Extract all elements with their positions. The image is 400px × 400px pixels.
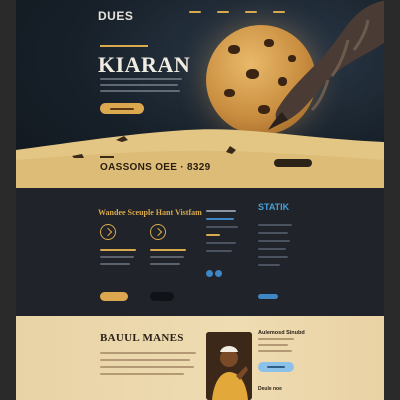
hero-cta-button[interactable] <box>100 103 144 114</box>
arrow-circle-icon <box>100 224 116 240</box>
arrow-circle-icon <box>150 224 166 240</box>
services-secondary-button[interactable] <box>150 292 174 301</box>
stats-column <box>258 218 296 266</box>
creature-claw-illustration <box>268 0 384 130</box>
about-section: BAUUL MANES Aulemosd Sinubd Deule noe <box>16 316 384 400</box>
logo[interactable]: DUES <box>98 9 133 23</box>
about-cta-button[interactable] <box>258 362 294 372</box>
person-portrait <box>206 332 252 400</box>
page: DUES KIARAN OASSONS OEE · 8329 Wandee Sc… <box>16 0 384 400</box>
links-column <box>206 204 250 252</box>
services-primary-button[interactable] <box>100 292 128 301</box>
sand-dune <box>16 129 384 188</box>
about-side-title: Aulemosd Sinubd <box>258 330 305 336</box>
hero-section: DUES KIARAN OASSONS OEE · 8329 <box>16 0 384 188</box>
about-title: BAUUL MANES <box>100 332 184 344</box>
service-card[interactable] <box>100 224 144 265</box>
nav-link[interactable] <box>189 11 201 13</box>
hero-title: KIARAN <box>98 52 191 77</box>
social-icon[interactable] <box>215 270 222 277</box>
statik-button[interactable] <box>258 294 278 299</box>
about-side-text <box>258 338 298 356</box>
social-icon[interactable] <box>206 270 213 277</box>
statik-heading: STATIK <box>258 202 290 212</box>
about-footer-text: Deule noe <box>258 386 282 392</box>
hero-description <box>100 78 182 96</box>
services-title: Wandee Sceuple Hant Vistfam <box>98 208 202 217</box>
hero-stats: OASSONS OEE · 8329 <box>100 162 211 173</box>
about-description <box>100 352 196 380</box>
stats-tag <box>100 156 114 158</box>
hero-secondary-button[interactable] <box>274 159 312 167</box>
social-icons <box>206 270 222 277</box>
hero-kicker <box>100 45 148 47</box>
services-section: Wandee Sceuple Hant Vistfam STATIK <box>16 188 384 316</box>
service-card[interactable] <box>150 224 194 265</box>
